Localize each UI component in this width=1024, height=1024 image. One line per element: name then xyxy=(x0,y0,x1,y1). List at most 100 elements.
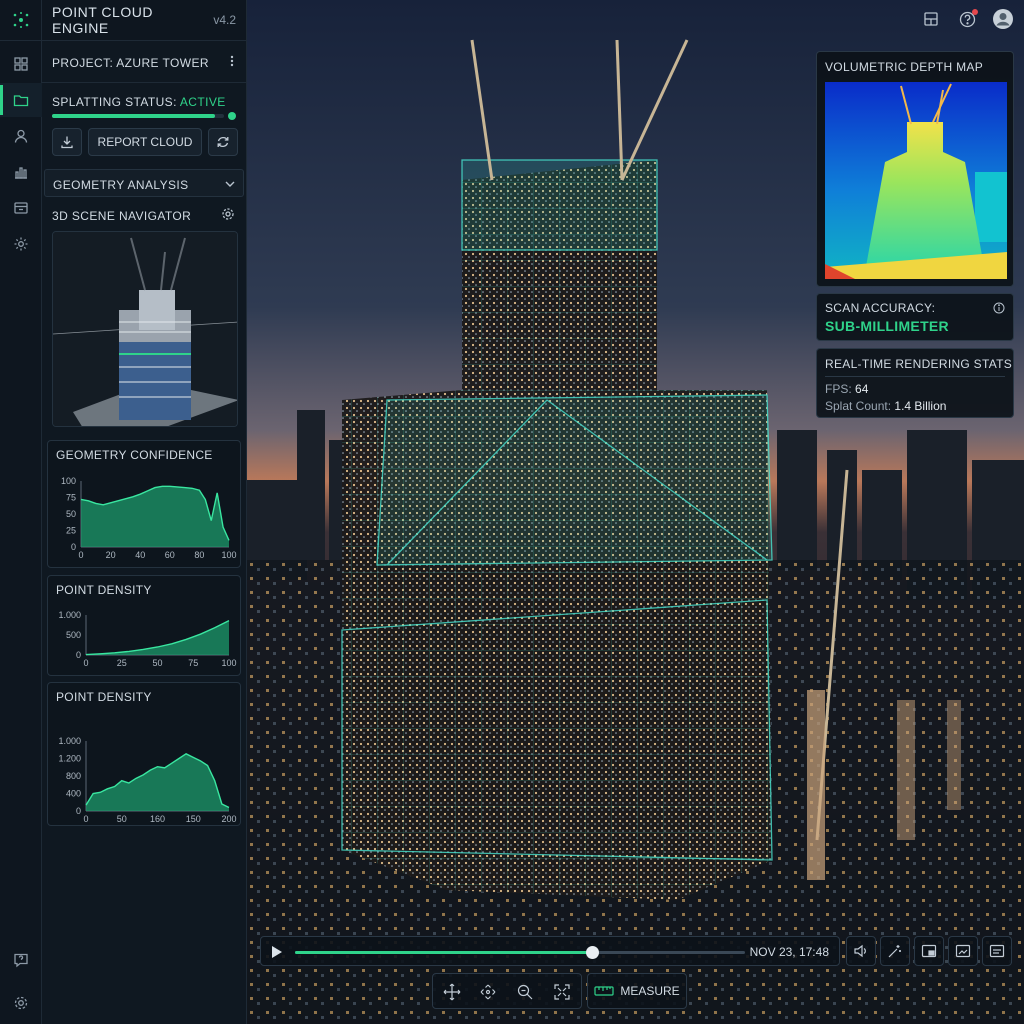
x-tick-label: 50 xyxy=(117,814,127,824)
y-tick-label: 400 xyxy=(66,789,81,799)
snapshot-icon xyxy=(955,944,971,958)
picture-in-picture-icon xyxy=(921,944,937,958)
app-logo-icon[interactable] xyxy=(0,0,42,41)
point-density-fps-title: POINT DENSITY xyxy=(56,690,152,704)
download-icon xyxy=(61,136,73,149)
scan-accuracy-label: SCAN ACCURACY: xyxy=(825,301,936,315)
depth-map-title: VOLUMETRIC DEPTH MAP xyxy=(825,60,984,74)
info-icon[interactable] xyxy=(993,302,1005,314)
geometry-confidence-card: GEOMETRY CONFIDENCE 100 75 50 25 0 0 20 40 60 80 1… xyxy=(47,440,241,568)
splatting-label: SPLATTING STATUS: xyxy=(52,95,177,109)
x-tick-label: 0 xyxy=(83,658,88,668)
x-tick-label: 40 xyxy=(135,550,145,560)
project-label: PROJECT: AZURE TOWER xyxy=(52,56,209,70)
magic-wand-icon xyxy=(888,945,901,958)
navigator-title: 3D SCENE NAVIGATOR xyxy=(52,209,192,223)
geometry-confidence-chart: 100 75 50 25 00 20 40 60 80 100 xyxy=(61,476,237,560)
refresh-button[interactable] xyxy=(208,128,238,156)
user-avatar-icon[interactable] xyxy=(992,8,1014,30)
app-title: POINT CLOUD ENGINE xyxy=(52,4,153,36)
x-tick-label: 50 xyxy=(152,658,162,668)
folder-icon[interactable] xyxy=(0,83,42,117)
splatting-status-value: ACTIVE xyxy=(179,95,226,109)
navigation-tools xyxy=(432,973,582,1009)
feedback-icon[interactable] xyxy=(0,943,42,977)
rendering-stats-panel: REAL-TIME RENDERING STATS FPS: 64 Splat … xyxy=(816,348,1014,418)
scan-accuracy-value: SUB-MILLIMETER xyxy=(825,318,949,334)
y-tick-label: 25 xyxy=(66,526,76,536)
splatting-progress-bar xyxy=(52,114,224,118)
scene-navigator-view[interactable] xyxy=(52,231,238,427)
geometry-analysis-dropdown[interactable]: GEOMETRY ANALYSIS xyxy=(44,169,244,197)
x-tick-label: 20 xyxy=(106,550,116,560)
y-tick-label: 0 xyxy=(76,806,81,816)
splatting-status: SPLATTING STATUS: ACTIVE xyxy=(42,91,247,123)
y-tick-label: 0 xyxy=(71,542,76,552)
point-density-chart: 1.000 500 00 25 50 75 100 xyxy=(58,610,236,668)
pip-button[interactable] xyxy=(914,936,944,966)
scan-accuracy-panel: SCAN ACCURACY: SUB-MILLIMETER xyxy=(816,293,1014,341)
depth-map-image xyxy=(825,82,1007,279)
series-area xyxy=(86,620,229,655)
orbit-icon[interactable] xyxy=(479,983,497,1001)
y-tick-label: 1.000 xyxy=(58,736,81,746)
x-tick-label: 0 xyxy=(83,814,88,824)
x-tick-label: 60 xyxy=(165,550,175,560)
move-icon[interactable] xyxy=(443,983,461,1001)
help-icon[interactable] xyxy=(956,8,978,30)
x-axis-label: FPSS xyxy=(146,826,170,827)
captions-button[interactable] xyxy=(982,936,1012,966)
fit-view-icon[interactable] xyxy=(553,983,571,1001)
dashboard-icon[interactable] xyxy=(0,47,42,81)
point-density-fps-card: POINT DENSITY 1.000 1.200 800 400 0 0 50 160 150… xyxy=(47,682,241,827)
x-tick-label: 0 xyxy=(78,550,83,560)
navigator-settings-icon[interactable] xyxy=(221,207,235,221)
y-tick-label: 500 xyxy=(66,630,81,640)
splat-count-value: 1.4 Billion xyxy=(894,399,947,413)
geometry-analysis-label: GEOMETRY ANALYSIS xyxy=(53,178,189,192)
user-icon[interactable] xyxy=(0,119,42,153)
effects-button[interactable] xyxy=(880,936,910,966)
fps-label: FPS: xyxy=(825,382,852,396)
y-tick-label: 1.000 xyxy=(58,610,81,620)
tower-miniature xyxy=(53,232,237,426)
splat-count-label: Splat Count: xyxy=(825,399,892,413)
analytics-icon[interactable] xyxy=(0,155,42,189)
ruler-icon xyxy=(594,986,614,996)
more-options-icon[interactable] xyxy=(229,53,235,69)
download-button[interactable] xyxy=(52,128,82,156)
play-icon[interactable] xyxy=(271,945,283,959)
gear-icon[interactable] xyxy=(0,986,42,1020)
x-tick-label: 100 xyxy=(221,658,236,668)
volume-button[interactable] xyxy=(846,936,876,966)
y-tick-label: 75 xyxy=(66,493,76,503)
layout-icon[interactable] xyxy=(920,8,942,30)
series-area xyxy=(86,753,229,811)
timeline-track[interactable] xyxy=(295,946,745,959)
settings-icon[interactable] xyxy=(0,227,42,261)
zoom-icon[interactable] xyxy=(516,983,534,1001)
series-area xyxy=(81,486,229,547)
project-header[interactable]: PROJECT: AZURE TOWER xyxy=(42,41,247,83)
timestamp: NOV 23, 17:48 xyxy=(749,945,829,959)
x-tick-label: 80 xyxy=(194,550,204,560)
app-version: v4.2 xyxy=(213,13,236,27)
point-density-card: POINT DENSITY 1.000 500 0 0 25 50 75 100 xyxy=(47,575,241,676)
captions-icon xyxy=(989,944,1005,958)
point-density-fps-chart: 1.000 1.200 800 400 00 50 160 150 200 FPSS xyxy=(58,736,236,827)
snapshot-button[interactable] xyxy=(948,936,978,966)
chevron-down-icon xyxy=(225,181,235,187)
playback-bar: NOV 23, 17:48 xyxy=(260,936,840,966)
notification-badge xyxy=(972,9,978,15)
y-tick-label: 0 xyxy=(76,650,81,660)
x-tick-label: 100 xyxy=(221,550,236,560)
rendering-stats-title: REAL-TIME RENDERING STATS xyxy=(825,357,1013,371)
archive-icon[interactable] xyxy=(0,191,42,225)
brand-header: POINT CLOUD ENGINE v4.2 xyxy=(0,0,247,41)
y-tick-label: 100 xyxy=(61,476,76,486)
timeline-handle[interactable] xyxy=(586,946,599,959)
report-cloud-button[interactable]: REPORT CLOUD xyxy=(88,128,202,156)
depth-map-panel: VOLUMETRIC DEPTH MAP xyxy=(816,51,1014,287)
y-tick-label: 800 xyxy=(66,771,81,781)
measure-button[interactable]: MEASURE xyxy=(587,973,687,1009)
